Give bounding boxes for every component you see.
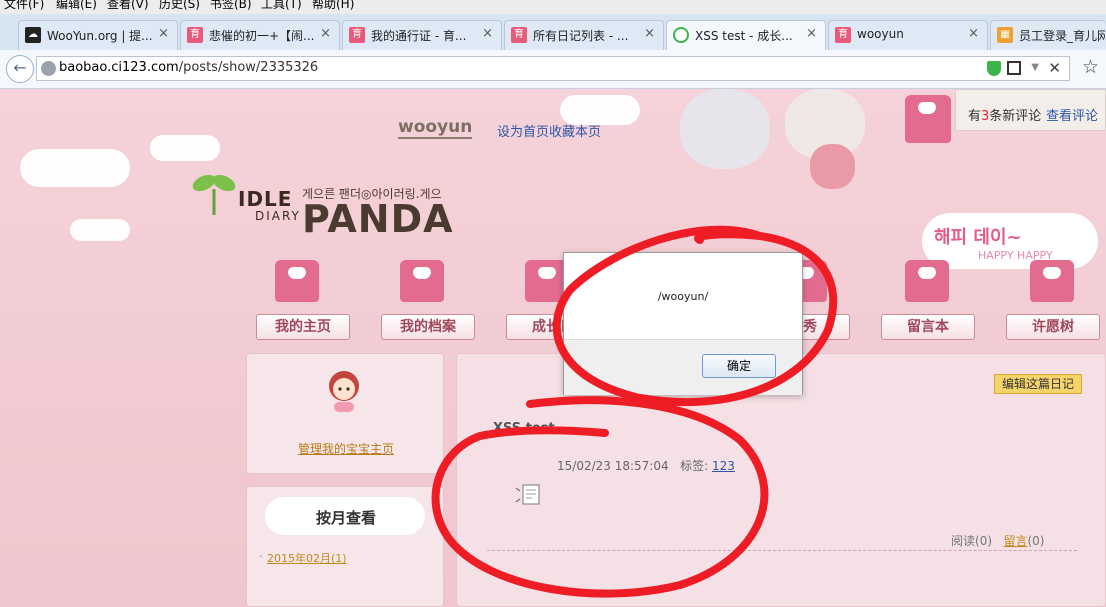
edit-diary-button[interactable]: 编辑这篇日记 xyxy=(994,374,1082,394)
love-shirt-icon xyxy=(1030,260,1074,302)
tab-title: wooyun xyxy=(857,27,904,41)
bookmark-star-icon[interactable]: ☆ xyxy=(1082,56,1099,78)
month-archive-box: 按月查看 2015年02月(1) xyxy=(246,486,444,607)
manage-baby-home-link[interactable]: 管理我的宝宝主页 xyxy=(247,440,445,457)
post-stats: 阅读(0) 留言(0) xyxy=(951,534,1045,548)
ok-button[interactable]: 确定 xyxy=(702,354,776,378)
site-favicon-icon: 育 xyxy=(349,27,365,43)
divider xyxy=(487,550,1077,551)
tab-diary-list[interactable]: 育 所有日记列表 - ... × xyxy=(504,20,664,50)
nav-wish-tree[interactable]: 许愿树 xyxy=(1006,314,1100,340)
tab-wooyun[interactable]: 育 wooyun × xyxy=(828,20,988,50)
site-favicon-icon: 育 xyxy=(511,27,527,43)
alert-footer: 确定 xyxy=(564,339,802,395)
tab-close-icon[interactable]: × xyxy=(968,26,979,41)
menu-help[interactable]: 帮助(H) xyxy=(312,0,354,10)
tab-close-icon[interactable]: × xyxy=(806,26,817,41)
menu-bookmarks[interactable]: 书签(B) xyxy=(210,0,252,10)
cloud-decoration xyxy=(150,135,220,161)
love-shirt-icon xyxy=(400,260,444,302)
menu-edit[interactable]: 编辑(E) xyxy=(56,0,97,10)
post-datetime: 15/02/23 18:57:04 xyxy=(557,459,669,473)
tab-title: 员工登录_育儿网 xyxy=(1019,29,1105,43)
tab-title: 我的通行证 - 育... xyxy=(371,29,467,43)
menu-tools[interactable]: 工具(T) xyxy=(261,0,302,10)
logo-idle: IDLE xyxy=(238,187,293,211)
menu-view[interactable]: 查看(V) xyxy=(107,0,149,10)
tab-diary-1[interactable]: 育 悲催的初一+【闹... × xyxy=(180,20,340,50)
nav-profile[interactable]: 我的档案 xyxy=(381,314,475,340)
url-input[interactable]: baobao.ci123.com/posts/show/2335326 ▼ ✕ xyxy=(36,56,1070,81)
panda-doll-image xyxy=(810,144,855,189)
alert-message: /wooyun/ xyxy=(657,290,709,303)
avatar xyxy=(329,371,359,412)
tab-xss-test[interactable]: XSS test - 成长... × xyxy=(666,20,826,50)
logo-diary: DIARY xyxy=(255,209,301,223)
post-title[interactable]: XSS test xyxy=(493,421,555,436)
sprout-icon xyxy=(192,174,236,215)
web-page: wooyun 设为首页 收藏本页 IDLE DIARY 게으른 팬더◎아이러링.… xyxy=(0,89,1106,607)
tag-link[interactable]: 123 xyxy=(712,459,735,473)
back-arrow-icon[interactable]: ← xyxy=(6,55,34,83)
view-comments-link[interactable]: 查看评论 xyxy=(1046,105,1098,124)
baby-profile-box: 管理我的宝宝主页 xyxy=(246,353,444,474)
tab-close-icon[interactable]: × xyxy=(320,26,331,41)
logo-panda: PANDA xyxy=(302,197,454,241)
menu-file[interactable]: 文件(F) xyxy=(4,0,44,10)
tab-title: 所有日记列表 - ... xyxy=(533,29,629,43)
globe-icon xyxy=(41,61,56,76)
notice-text: 有3条新评论 xyxy=(968,109,1042,124)
love-shirt-icon xyxy=(275,260,319,302)
post-meta: 15/02/23 18:57:04 标签: 123 xyxy=(557,457,735,474)
grid-favicon-icon: ▦ xyxy=(997,27,1013,43)
tag-label: 标签: xyxy=(680,459,709,473)
love-shirt-icon xyxy=(905,260,949,302)
cloud-decoration xyxy=(70,219,130,241)
bubble-korean: 해피 데이~ xyxy=(934,227,1022,248)
tab-passport[interactable]: 育 我的通行证 - 育... × xyxy=(342,20,502,50)
tab-title: WooYun.org | 提... xyxy=(47,29,153,43)
nav-home[interactable]: 我的主页 xyxy=(256,314,350,340)
url-text: baobao.ci123.com/posts/show/2335326 xyxy=(59,60,318,75)
menu-history[interactable]: 历史(S) xyxy=(159,0,200,10)
url-host: baobao.ci123.com xyxy=(59,60,179,75)
tab-close-icon[interactable]: × xyxy=(482,26,493,41)
broken-image-icon xyxy=(515,484,540,505)
set-home-link[interactable]: 设为首页 xyxy=(497,121,549,140)
tab-close-icon[interactable]: × xyxy=(644,26,655,41)
url-path: /posts/show/2335326 xyxy=(178,60,319,75)
site-favicon-icon: 育 xyxy=(835,27,851,43)
security-shield-icon[interactable] xyxy=(987,61,1001,76)
tab-staff-login[interactable]: ▦ 员工登录_育儿网 xyxy=(990,20,1106,50)
qr-code-icon[interactable] xyxy=(1007,61,1021,75)
bookmark-link[interactable]: 收藏本页 xyxy=(549,121,601,140)
comment-notice: 有3条新评论 查看评论 xyxy=(955,89,1106,131)
alert-dialog: /wooyun/ 确定 xyxy=(563,252,803,395)
month-archive-title: 按月查看 xyxy=(315,509,376,527)
tab-wooyun-org[interactable]: ☁ WooYun.org | 提... × xyxy=(18,20,178,50)
username-link[interactable]: wooyun xyxy=(398,117,473,139)
address-bar: ← baobao.ci123.com/posts/show/2335326 ▼ … xyxy=(0,50,1106,89)
tab-strip: ☁ WooYun.org | 提... × 育 悲催的初一+【闹... × 育 … xyxy=(0,14,1106,50)
panda-doll-image xyxy=(680,89,770,169)
stop-icon[interactable]: ✕ xyxy=(1048,59,1061,77)
tab-title: XSS test - 成长... xyxy=(695,29,793,43)
nav-guestbook[interactable]: 留言本 xyxy=(881,314,975,340)
site-favicon-icon: 育 xyxy=(187,27,203,43)
love-shirt-icon xyxy=(905,95,951,143)
dropdown-arrow-icon[interactable]: ▼ xyxy=(1031,62,1039,73)
wooyun-favicon-icon: ☁ xyxy=(25,27,41,43)
tab-title: 悲催的初一+【闹... xyxy=(209,29,315,43)
month-link[interactable]: 2015年02月(1) xyxy=(259,550,347,566)
tab-close-icon[interactable]: × xyxy=(158,26,169,41)
comment-link[interactable]: 留言 xyxy=(1003,534,1027,548)
menu-bar: 文件(F) 编辑(E) 查看(V) 历史(S) 书签(B) 工具(T) 帮助(H… xyxy=(0,0,1106,14)
cloud-decoration xyxy=(20,149,130,187)
loading-spinner-icon xyxy=(673,27,689,43)
